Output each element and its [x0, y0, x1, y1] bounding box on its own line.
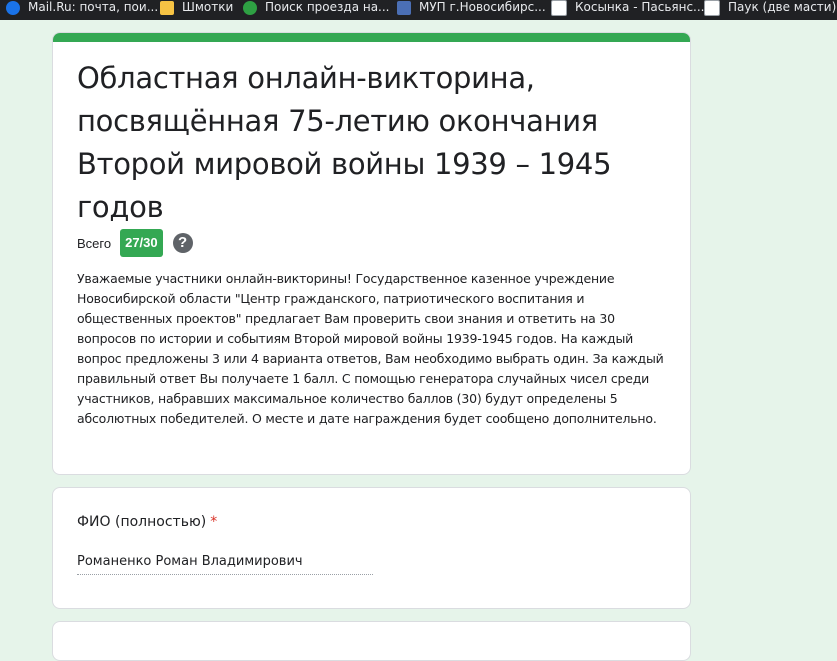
folder-icon: [160, 1, 174, 15]
bookmark-spider[interactable]: Паук (две масти) -: [704, 0, 837, 20]
bookmark-solitaire[interactable]: Косынка - Пасьянс...: [551, 0, 705, 20]
bookmark-label: Поиск проезда на...: [265, 0, 390, 14]
help-icon[interactable]: ?: [172, 233, 193, 253]
card-icon: [704, 0, 720, 16]
form-description: Уважаемые участники онлайн-викторины! Го…: [77, 271, 664, 426]
bookmarks-bar: Mail.Ru: почта, пои... Шмотки Поиск прое…: [0, 0, 837, 20]
mail-icon: [6, 1, 20, 15]
bookmark-route-search[interactable]: Поиск проезда на...: [243, 0, 390, 20]
bookmark-folder[interactable]: Шмотки: [160, 0, 233, 20]
form-header-card: Областная онлайн-викторина, посвящённая …: [52, 32, 691, 475]
next-question-card: [52, 621, 691, 661]
required-mark: *: [210, 514, 218, 530]
green-circle-icon: [243, 1, 257, 15]
bookmark-label: Косынка - Пасьянс...: [575, 0, 705, 14]
bookmark-label: Mail.Ru: почта, пои...: [28, 0, 159, 14]
site-icon: [397, 1, 411, 15]
score-label: Всего: [77, 235, 112, 251]
score-badge: 27/30: [120, 229, 163, 257]
question-card-fio: ФИО (полностью) * Романенко Роман Владими…: [52, 487, 691, 609]
header-accent-bar: [53, 33, 690, 42]
bookmark-label: МУП г.Новосибирс...: [419, 0, 546, 14]
score-row: Всего 27/30 ?: [77, 229, 193, 257]
card-icon: [551, 0, 567, 16]
question-label: ФИО (полностью) *: [77, 514, 217, 530]
bookmark-mail[interactable]: Mail.Ru: почта, пои...: [6, 0, 158, 20]
fio-answer-field[interactable]: Романенко Роман Владимирович: [77, 552, 373, 575]
bookmark-mup[interactable]: МУП г.Новосибирс...: [397, 0, 546, 20]
bookmark-label: Паук (две масти) -: [728, 0, 837, 14]
form-title: Областная онлайн-викторина, посвящённая …: [77, 61, 612, 224]
bookmark-label: Шмотки: [182, 0, 234, 14]
question-title: ФИО (полностью): [77, 514, 207, 530]
